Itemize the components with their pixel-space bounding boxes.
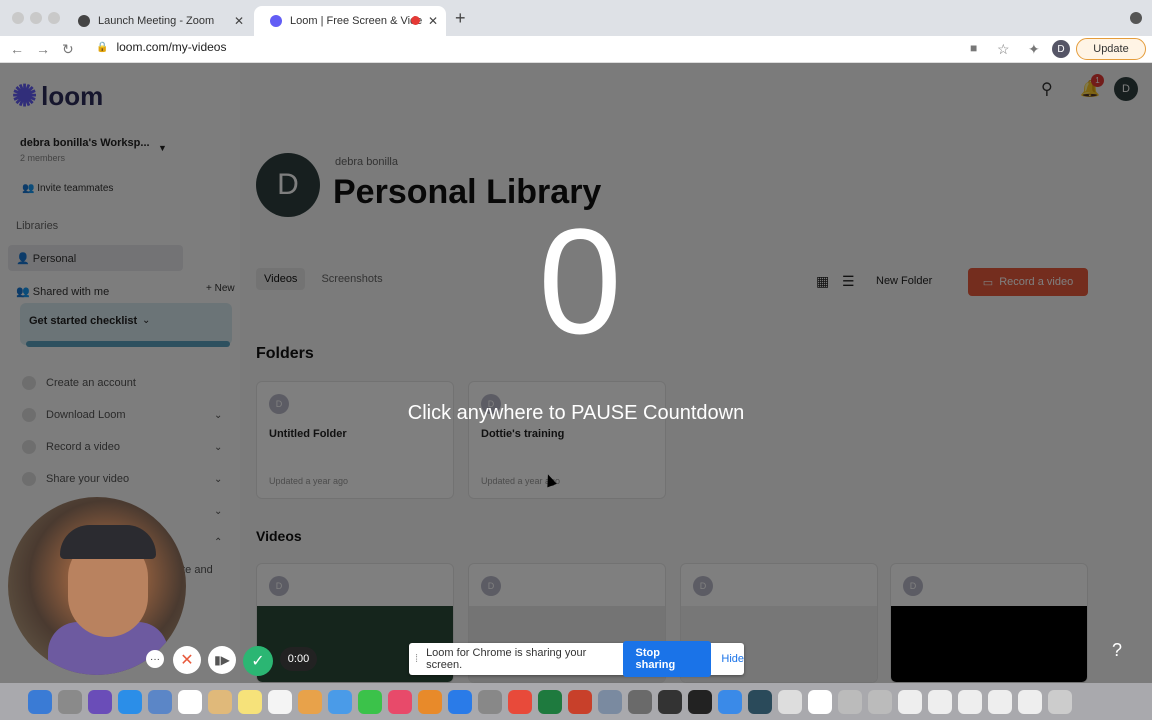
notes-icon[interactable] bbox=[238, 689, 262, 714]
tab-loom[interactable]: Loom | Free Screen & Vide ✕ bbox=[254, 6, 446, 36]
tab-zoom[interactable]: Launch Meeting - Zoom ✕ bbox=[62, 6, 252, 36]
chrome-icon[interactable] bbox=[508, 689, 532, 714]
calendar-icon[interactable] bbox=[178, 689, 202, 714]
png-file-icon[interactable] bbox=[928, 689, 952, 714]
siri-icon[interactable] bbox=[88, 689, 112, 714]
downloads-icon[interactable] bbox=[718, 689, 742, 714]
acrobat-icon[interactable] bbox=[688, 689, 712, 714]
png-file-icon[interactable] bbox=[898, 689, 922, 714]
preview-icon[interactable] bbox=[598, 689, 622, 714]
trash-icon[interactable] bbox=[1048, 689, 1072, 714]
profile-avatar[interactable]: D bbox=[1052, 40, 1070, 58]
new-tab-icon[interactable]: + bbox=[455, 8, 466, 29]
pdf-icon[interactable] bbox=[808, 689, 832, 714]
tab-title: Loom | Free Screen & Vide bbox=[290, 15, 423, 27]
finder-icon[interactable] bbox=[28, 689, 52, 714]
document-icon[interactable] bbox=[778, 689, 802, 714]
safari-icon[interactable] bbox=[118, 689, 142, 714]
camera-icon[interactable]: ■ bbox=[970, 41, 977, 55]
macos-dock bbox=[0, 683, 1152, 720]
close-tab-icon[interactable]: ✕ bbox=[234, 14, 244, 28]
tab-menu-icon[interactable] bbox=[1130, 12, 1142, 24]
recording-dot-icon bbox=[411, 16, 420, 25]
countdown-number: 0 bbox=[538, 197, 622, 365]
webcam-bubble[interactable] bbox=[8, 497, 186, 675]
zoom-icon[interactable] bbox=[748, 689, 772, 714]
tab-title: Launch Meeting - Zoom bbox=[98, 15, 215, 27]
png-file-icon[interactable] bbox=[1018, 689, 1042, 714]
app-store-icon[interactable] bbox=[448, 689, 472, 714]
png-file-icon[interactable] bbox=[988, 689, 1012, 714]
globe-icon bbox=[78, 15, 90, 27]
photos-icon[interactable] bbox=[298, 689, 322, 714]
pause-icon[interactable]: ▮▶ bbox=[208, 646, 236, 674]
unknown-app-icon[interactable] bbox=[838, 689, 862, 714]
books-icon[interactable] bbox=[418, 689, 442, 714]
url-field[interactable]: 🔒 loom.com/my-videos bbox=[96, 40, 226, 54]
unknown-app-icon[interactable] bbox=[868, 689, 892, 714]
excel-icon[interactable] bbox=[538, 689, 562, 714]
drag-handle-icon[interactable]: ⁞ bbox=[415, 653, 418, 665]
contacts-icon[interactable] bbox=[208, 689, 232, 714]
extensions-icon[interactable]: ✦ bbox=[1028, 41, 1040, 58]
utilities-icon[interactable] bbox=[628, 689, 652, 714]
close-tab-icon[interactable]: ✕ bbox=[428, 14, 438, 28]
powerpoint-icon[interactable] bbox=[568, 689, 592, 714]
minimize-window-dot[interactable] bbox=[30, 12, 42, 24]
countdown-pause-message[interactable]: Click anywhere to PAUSE Countdown bbox=[0, 402, 1152, 425]
finish-recording-icon[interactable]: ✓ bbox=[243, 646, 273, 676]
back-icon[interactable]: ← bbox=[10, 41, 24, 57]
browser-tab-bar: Launch Meeting - Zoom ✕ Loom | Free Scre… bbox=[0, 0, 1152, 36]
messages-icon[interactable] bbox=[328, 689, 352, 714]
star-icon[interactable]: ☆ bbox=[997, 41, 1010, 58]
url-text: loom.com/my-videos bbox=[116, 40, 227, 54]
recording-timer: 0:00 bbox=[280, 647, 317, 671]
facetime-icon[interactable] bbox=[358, 689, 382, 714]
update-button[interactable]: Update bbox=[1076, 38, 1146, 60]
forward-icon[interactable]: → bbox=[36, 41, 50, 57]
more-options-icon[interactable]: ··· bbox=[146, 650, 164, 668]
cancel-recording-icon[interactable]: ✕ bbox=[173, 646, 201, 674]
reminders-icon[interactable] bbox=[268, 689, 292, 714]
zoom-window-dot[interactable] bbox=[48, 12, 60, 24]
reload-icon[interactable]: ↻ bbox=[62, 41, 74, 58]
update-label: Update bbox=[1093, 43, 1129, 55]
share-message: Loom for Chrome is sharing your screen. bbox=[426, 647, 587, 671]
loom-favicon-icon bbox=[270, 15, 282, 27]
mail-icon[interactable] bbox=[148, 689, 172, 714]
music-icon[interactable] bbox=[388, 689, 412, 714]
lock-icon: 🔒 bbox=[96, 41, 109, 53]
hide-button[interactable]: Hide bbox=[721, 653, 744, 665]
webcam-person-cap bbox=[60, 525, 156, 559]
png-file-icon[interactable] bbox=[958, 689, 982, 714]
stop-sharing-button[interactable]: Stop sharing bbox=[623, 641, 712, 677]
screen-share-bar: ⁞ Loom for Chrome is sharing your screen… bbox=[409, 641, 744, 677]
launchpad-icon[interactable] bbox=[58, 689, 82, 714]
terminal-icon[interactable] bbox=[658, 689, 682, 714]
address-bar: ← → ↻ 🔒 loom.com/my-videos ■ ☆ ✦ D Updat… bbox=[0, 36, 1152, 63]
close-window-dot[interactable] bbox=[12, 12, 24, 24]
system-preferences-icon[interactable] bbox=[478, 689, 502, 714]
help-button[interactable]: ? bbox=[1112, 640, 1122, 661]
